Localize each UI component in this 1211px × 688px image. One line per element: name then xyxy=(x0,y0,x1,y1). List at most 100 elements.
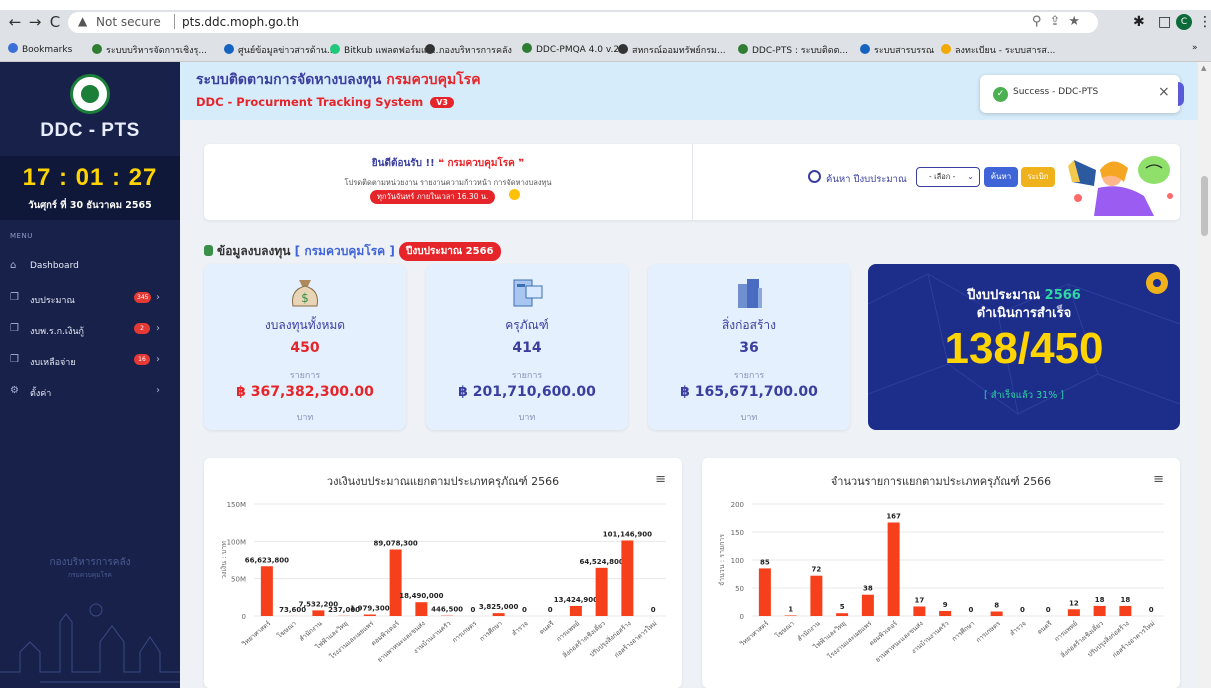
bar xyxy=(887,522,900,616)
sidebar-item[interactable]: ❒ งบประมาณ 345 › xyxy=(10,290,170,310)
bar xyxy=(621,540,634,616)
x-tick-label: โรงงานและเผยแพร่ xyxy=(826,619,874,661)
system-title: ระบบติดตามการจัดหางบลงทุน กรมควบคุมโรค xyxy=(196,69,481,91)
check-icon: ✓ xyxy=(993,87,1008,102)
data-label: 64,524,800 xyxy=(579,558,623,566)
more-menu-icon[interactable]: ⋮ xyxy=(1198,14,1211,30)
cube-icon: ❒ xyxy=(10,323,19,334)
search-button[interactable]: ค้นหา xyxy=(984,167,1018,187)
sidebar-item[interactable]: ❒ งบพ.ร.ก.เงินกู้ 2 › xyxy=(10,321,170,341)
header-bar: ระบบติดตามการจัดหางบลงทุน กรมควบคุมโรค D… xyxy=(180,62,1198,120)
status-ratio: 138/450 xyxy=(944,324,1104,373)
bookmark-label: Bookmarks xyxy=(22,45,73,55)
close-icon[interactable]: × xyxy=(1158,84,1170,100)
bar xyxy=(836,613,849,616)
money-bag-icon: $ xyxy=(292,280,318,307)
data-label: 12 xyxy=(1069,599,1079,607)
status-percent: [ สำเร็จแล้ว 31% ] xyxy=(984,390,1064,401)
bar xyxy=(810,575,823,616)
chevron-right-icon: › xyxy=(156,354,160,365)
y-axis-label: จำนวน : รายการ xyxy=(718,534,726,586)
data-label: 0 xyxy=(548,606,553,614)
card-title: งบลงทุนทั้งหมด xyxy=(264,318,346,332)
card-amount-unit: บาท xyxy=(740,413,758,423)
bookmark-item[interactable]: DDC-PTS : ระบบติดต... xyxy=(738,43,848,57)
sidebar-item-label: งบประมาณ xyxy=(30,296,75,306)
bookmark-item[interactable]: กองบริหารการคลัง xyxy=(425,43,512,57)
sidebar-item-label: Dashboard xyxy=(30,261,79,271)
chevron-down-icon: ⌄ xyxy=(967,172,974,181)
y-tick-label: 0 xyxy=(740,613,744,621)
sidebar-item[interactable]: ⚙ ตั้งค่า › xyxy=(10,383,170,403)
scroll-up-icon[interactable]: ▲ xyxy=(1201,64,1206,72)
browser-chrome: ← → C ▲ Not secure pts.ddc.moph.go.th ⚲⇪… xyxy=(0,10,1211,62)
card-count: 414 xyxy=(512,340,542,356)
x-tick-label: ยานพาหนะและขนส่ง xyxy=(874,619,925,664)
y-tick-label: 100 xyxy=(731,557,744,565)
bookmark-item[interactable]: ระบบสารบรรณ xyxy=(860,43,934,57)
x-tick-label: สิ่งก่อสร้างเชิงเดี่ยว xyxy=(1059,618,1106,659)
y-tick-label: 50 xyxy=(735,585,744,593)
cube-icon: ❒ xyxy=(10,292,19,303)
bookmark-label: กองบริหารการคลัง xyxy=(439,46,512,56)
forward-icon[interactable]: → xyxy=(26,13,44,31)
sidebar-item[interactable]: ⌂ Dashboard xyxy=(10,258,170,278)
x-tick-label: ดนตรี xyxy=(538,619,556,636)
bar xyxy=(389,549,402,616)
x-tick-label: การเกษตร xyxy=(451,619,479,644)
y-tick-label: 100M xyxy=(227,538,246,546)
data-label: 5 xyxy=(840,603,845,611)
cube-icon: ❒ xyxy=(10,354,19,365)
zoom-share-star-icons[interactable]: ⚲⇪★ xyxy=(1032,14,1088,29)
bookmark-item[interactable]: DDC-PMQA 4.0 v.2 xyxy=(522,43,619,55)
bar xyxy=(569,605,582,616)
welcome-title-org: ❝ กรมควบคุมโรค ❞ xyxy=(438,158,525,169)
reset-button[interactable]: ระเบิก xyxy=(1021,167,1055,187)
data-label: 0 xyxy=(968,606,973,614)
scrollbar-thumb[interactable] xyxy=(1201,176,1208,236)
chart-card-count: จำนวนรายการแยกตามประเภทครุภัณฑ์ 2566 ≡ 0… xyxy=(702,458,1180,688)
url-row: ← → C ▲ Not secure pts.ddc.moph.go.th ⚲⇪… xyxy=(0,10,1211,36)
section-title-text: ข้อมูลงบลงทุน xyxy=(217,244,291,258)
bookmark-favicon-icon xyxy=(92,44,102,54)
window-icon[interactable]: □ xyxy=(1158,14,1171,30)
bookmark-label: DDC-PTS : ระบบติดต... xyxy=(752,46,848,56)
bookmark-item[interactable]: ลงทะเบียน - ระบบสารส... xyxy=(941,43,1055,57)
address-bar[interactable]: ▲ Not secure pts.ddc.moph.go.th ⚲⇪★ xyxy=(68,12,1098,33)
search-icon xyxy=(808,170,821,183)
bookmark-item[interactable]: Bookmarks xyxy=(8,43,72,55)
data-label: 72 xyxy=(812,566,822,574)
data-label: 446,500 xyxy=(431,606,463,614)
toast-text: Success - DDC-PTS xyxy=(1013,87,1099,97)
profile-avatar[interactable]: C xyxy=(1176,14,1192,30)
bar xyxy=(260,566,273,616)
scrollbar[interactable]: ▲ xyxy=(1198,62,1211,688)
security-label: Not secure xyxy=(96,15,161,29)
sidebar-item[interactable]: ❒ งบเหลือจ่าย 16 › xyxy=(10,352,170,372)
bar xyxy=(758,568,771,616)
x-tick-label: วิทยาศาสตร์ xyxy=(738,619,770,648)
year-select[interactable]: - เลือก - ⌄ xyxy=(916,167,980,187)
extensions-icon[interactable]: ✱ xyxy=(1133,14,1145,30)
bookmark-favicon-icon xyxy=(860,44,870,54)
reload-icon[interactable]: C xyxy=(46,13,64,31)
bookmark-item[interactable]: ศูนย์ข้อมูลข่าวสารด้าน... xyxy=(224,43,335,57)
card-amount: ฿ 367,382,300.00 xyxy=(236,384,374,400)
bar xyxy=(913,606,926,616)
success-toast: ✓ Success - DDC-PTS × xyxy=(980,75,1180,113)
bookmark-item[interactable]: สหกรณ์ออมทรัพย์กรม... xyxy=(618,43,726,57)
year-pill: ปีงบประมาณ 2566 xyxy=(399,242,501,261)
data-label: 9 xyxy=(943,601,948,609)
x-tick-label: วิทยาศาสตร์ xyxy=(240,619,272,648)
y-tick-label: 150 xyxy=(731,529,744,537)
section-org: [ กรมควบคุมโรค ] xyxy=(294,244,395,258)
bar xyxy=(595,567,608,616)
x-tick-label: ดนตรี xyxy=(1036,619,1054,636)
back-icon[interactable]: ← xyxy=(6,13,24,31)
menu-label: MENU xyxy=(10,232,33,240)
x-tick-label: การศึกษา xyxy=(950,619,976,643)
database-icon xyxy=(204,245,213,256)
bookmarks-more-icon[interactable]: » xyxy=(1192,43,1198,53)
bookmark-item[interactable]: ระบบบริหารจัดการเชิงรุ... xyxy=(92,43,207,57)
caption-band xyxy=(0,0,1211,10)
